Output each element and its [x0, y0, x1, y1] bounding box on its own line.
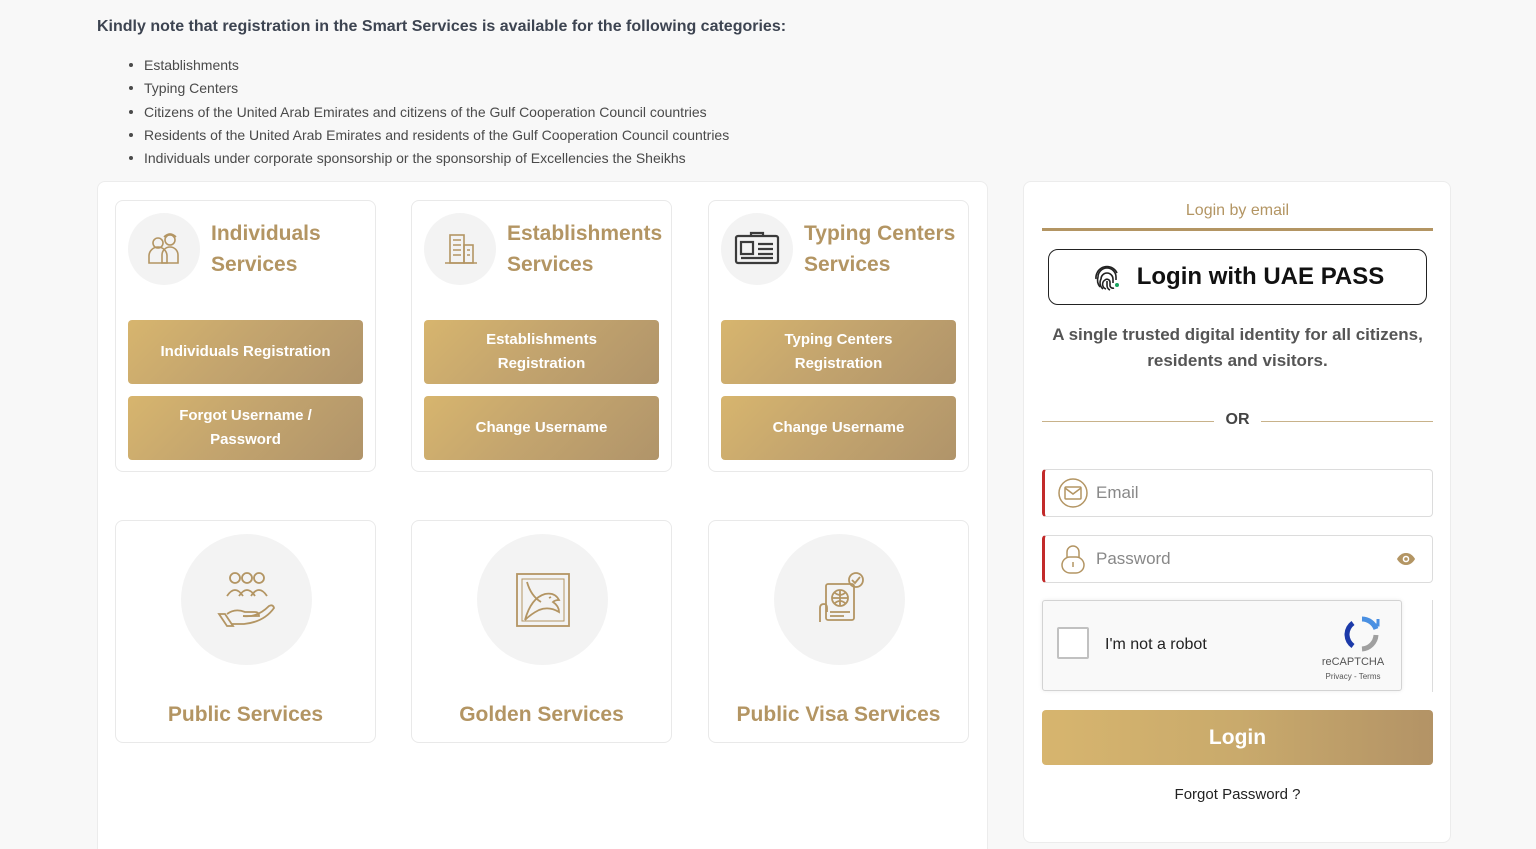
public-visa-services-title: Public Visa Services: [736, 703, 941, 726]
recaptcha-label: I'm not a robot: [1105, 636, 1207, 653]
email-field-wrapper: [1042, 469, 1433, 517]
typing-centers-change-username-button[interactable]: Change Username: [721, 396, 956, 460]
typing-centers-services-title: Typing Centers Services: [804, 222, 956, 276]
public-services-tile[interactable]: Public Services: [115, 520, 376, 743]
people-hand-icon: [181, 534, 312, 665]
or-text: OR: [1225, 411, 1250, 428]
public-visa-services-tile[interactable]: Public Visa Services: [708, 520, 969, 743]
individuals-services-title: Individuals Services: [211, 222, 321, 276]
recaptcha-widget: I'm not a robot reCAPTCHA Privacy - Term…: [1042, 600, 1402, 691]
fingerprint-icon: [1094, 265, 1119, 291]
show-password-eye-icon[interactable]: [1386, 552, 1426, 566]
recaptcha-checkbox[interactable]: [1057, 627, 1089, 659]
uaepass-login-button[interactable]: Login with UAE PASS: [1048, 249, 1427, 305]
list-item: Individuals under corporate sponsorship …: [127, 148, 729, 171]
forgot-username-password-button[interactable]: Forgot Username / Password: [128, 396, 363, 460]
lock-icon: [1053, 543, 1093, 575]
id-card-icon: [721, 213, 793, 285]
establishments-services-title: Establishments Services: [507, 222, 663, 276]
golden-services-title: Golden Services: [459, 703, 624, 726]
list-item: Citizens of the United Arab Emirates and…: [127, 102, 729, 125]
golden-services-tile[interactable]: Golden Services: [411, 520, 672, 743]
email-input[interactable]: [1096, 483, 1432, 503]
divider-line: [1261, 421, 1433, 422]
list-item: Typing Centers: [127, 78, 729, 101]
falcon-icon: [477, 534, 608, 665]
envelope-icon: [1053, 477, 1093, 509]
tab-login-by-email[interactable]: Login by email: [1042, 202, 1433, 231]
recaptcha-privacy-terms-link[interactable]: Privacy - Terms: [1318, 672, 1388, 681]
individuals-registration-button[interactable]: Individuals Registration: [128, 320, 363, 384]
registration-category-list: Establishments Typing Centers Citizens o…: [127, 55, 729, 171]
password-field-wrapper: [1042, 535, 1433, 583]
typing-centers-services-card: Typing Centers Services Typing Centers R…: [708, 200, 969, 472]
establishments-services-card: Establishments Services Establishments R…: [411, 200, 672, 472]
registration-notice-title: Kindly note that registration in the Sma…: [97, 18, 787, 35]
public-services-title: Public Services: [167, 703, 324, 726]
list-item: Residents of the United Arab Emirates an…: [127, 125, 729, 148]
uaepass-description: A single trusted digital identity for al…: [1052, 325, 1423, 370]
divider: [1432, 600, 1433, 692]
typing-centers-registration-button[interactable]: Typing Centers Registration: [721, 320, 956, 384]
recaptcha-logo-icon: [1343, 615, 1381, 658]
establishments-registration-button[interactable]: Establishments Registration: [424, 320, 659, 384]
establishments-change-username-button[interactable]: Change Username: [424, 396, 659, 460]
recaptcha-brand: reCAPTCHA: [1321, 656, 1385, 668]
visa-icon: [774, 534, 905, 665]
or-divider: OR: [1042, 410, 1433, 432]
individuals-services-card: Individuals Services Individuals Registr…: [115, 200, 376, 472]
list-item: Establishments: [127, 55, 729, 78]
building-icon: [424, 213, 496, 285]
uaepass-button-label: Login with UAE PASS: [1136, 263, 1385, 290]
login-panel: Login by email Login with UAE PASS A sin…: [1023, 181, 1451, 843]
forgot-password-link[interactable]: Forgot Password ?: [1042, 786, 1433, 803]
individuals-icon: [128, 213, 200, 285]
password-input[interactable]: [1096, 549, 1386, 569]
login-button[interactable]: Login: [1042, 710, 1433, 765]
